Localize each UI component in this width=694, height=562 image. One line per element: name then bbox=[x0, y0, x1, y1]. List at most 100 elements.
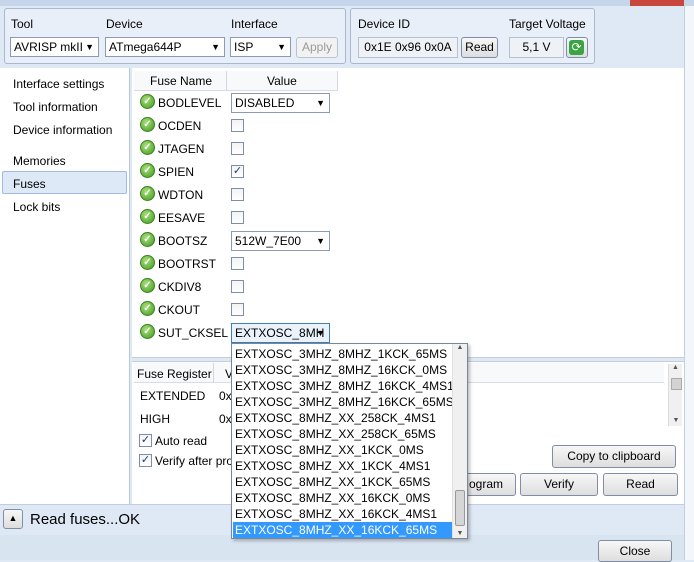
refresh-icon: ⟳ bbox=[569, 40, 584, 55]
scroll-thumb[interactable] bbox=[671, 378, 682, 390]
register-name-extended: EXTENDED bbox=[140, 389, 206, 403]
device-id-field: 0x1E 0x96 0x0A bbox=[358, 37, 458, 58]
fuse-value-select-sut_cksel[interactable]: EXTXOSC_8MH ▼ bbox=[231, 323, 330, 343]
verify-button[interactable]: Verify bbox=[520, 473, 598, 496]
fuse-checkbox-ckout[interactable] bbox=[231, 303, 244, 316]
register-scrollbar[interactable]: ▲ ▼ bbox=[668, 364, 682, 426]
sidebar-item-lock-bits[interactable]: Lock bits bbox=[13, 200, 60, 214]
read-button[interactable]: Read bbox=[603, 473, 678, 496]
fuse-checkbox-bootrst[interactable] bbox=[231, 257, 244, 270]
read-id-button[interactable]: Read bbox=[461, 37, 498, 58]
sidebar-item-memories[interactable]: Memories bbox=[13, 154, 66, 168]
dropdown-option[interactable]: EXTXOSC_8MHZ_XX_258CK_4MS1 bbox=[235, 410, 454, 426]
auto-read-checkbox[interactable]: ✓ bbox=[139, 434, 152, 447]
close-button[interactable]: Close bbox=[598, 540, 672, 562]
fuse-name-bodlevel: BODLEVEL bbox=[158, 96, 222, 110]
fuse-name-bootrst: BOOTRST bbox=[158, 257, 217, 271]
fuse-name-sut_cksel: SUT_CKSEL bbox=[158, 326, 229, 340]
fuse-name-header[interactable]: Fuse Name bbox=[150, 74, 212, 88]
fuse-value-select-bodlevel[interactable]: DISABLED ▼ bbox=[231, 93, 330, 113]
checkmark-icon: ✓ bbox=[140, 454, 151, 466]
chevron-up-icon: ▲ bbox=[8, 513, 18, 523]
window-close-strip[interactable] bbox=[630, 0, 684, 6]
scroll-up-icon[interactable]: ▲ bbox=[453, 344, 467, 356]
valid-check-icon: ✓ bbox=[140, 209, 155, 224]
right-edge bbox=[684, 6, 694, 560]
dropdown-option[interactable]: EXTXOSC_3MHZ_8MHZ_16KCK_65MS bbox=[235, 394, 454, 410]
chevron-down-icon: ▼ bbox=[85, 42, 94, 52]
scroll-down-icon[interactable]: ▼ bbox=[669, 417, 683, 424]
fuse-value-select-bootsz[interactable]: 512W_7E00 ▼ bbox=[231, 231, 330, 251]
interface-label: Interface bbox=[231, 17, 278, 31]
refresh-voltage-button[interactable]: ⟳ bbox=[566, 37, 588, 58]
verify-label: Verify after pro bbox=[155, 454, 234, 468]
dropdown-option[interactable]: EXTXOSC_3MHZ_8MHZ_16KCK_4MS1 bbox=[235, 378, 454, 394]
device-select-value: ATmega644P bbox=[109, 40, 182, 54]
chevron-down-icon: ▼ bbox=[316, 328, 325, 338]
dropdown-option[interactable]: EXTXOSC_8MHZ_XX_16KCK_4MS1 bbox=[235, 506, 454, 522]
scroll-down-icon[interactable]: ▼ bbox=[453, 530, 467, 537]
valid-check-icon: ✓ bbox=[140, 301, 155, 316]
fuse-name-wdton: WDTON bbox=[158, 188, 204, 202]
fuse-checkbox-ocden[interactable] bbox=[231, 119, 244, 132]
dropdown-option[interactable]: EXTXOSC_8MHZ_XX_16KCK_65MS bbox=[233, 522, 454, 538]
copy-to-clipboard-button[interactable]: Copy to clipboard bbox=[552, 445, 676, 468]
sidebar-item-interface-settings[interactable]: Interface settings bbox=[13, 77, 104, 91]
fuse-checkbox-ckdiv8[interactable] bbox=[231, 280, 244, 293]
register-value-high: 0x bbox=[219, 412, 232, 426]
tool-label: Tool bbox=[11, 17, 34, 31]
expand-log-button[interactable]: ▲ bbox=[3, 509, 23, 529]
dropdown-option[interactable]: EXTXOSC_3MHZ_8MHZ_16KCK_0MS bbox=[235, 362, 454, 378]
valid-check-icon: ✓ bbox=[140, 186, 155, 201]
dropdown-option[interactable]: EXTXOSC_8MHZ_XX_16KCK_0MS bbox=[235, 490, 454, 506]
fuse-name-jtagen: JTAGEN bbox=[158, 142, 205, 156]
sut-cksel-dropdown-list: EXTXOSC_3MHZ_8MHZ_1KCK_65MS EXTXOSC_3MHZ_… bbox=[231, 343, 468, 539]
sidebar: Interface settings Tool information Devi… bbox=[0, 68, 130, 504]
fuse-register-header[interactable]: Fuse Register bbox=[137, 367, 212, 381]
chevron-down-icon: ▼ bbox=[316, 98, 325, 108]
target-voltage-label: Target Voltage bbox=[509, 17, 586, 31]
dropdown-option[interactable]: EXTXOSC_8MHZ_XX_1KCK_0MS bbox=[235, 442, 454, 458]
header-divider bbox=[226, 71, 227, 91]
header-divider bbox=[213, 363, 214, 383]
register-value-extended: 0x bbox=[219, 389, 232, 403]
apply-button[interactable]: Apply bbox=[296, 37, 338, 58]
value-header[interactable]: Value bbox=[267, 74, 297, 88]
dropdown-option[interactable]: EXTXOSC_8MHZ_XX_1KCK_65MS bbox=[235, 474, 454, 490]
dropdown-option[interactable]: EXTXOSC_8MHZ_XX_1KCK_4MS1 bbox=[235, 458, 454, 474]
valid-check-icon: ✓ bbox=[140, 278, 155, 293]
dropdown-option[interactable]: EXTXOSC_3MHZ_8MHZ_1KCK_65MS bbox=[235, 346, 454, 362]
checkmark-icon: ✓ bbox=[140, 434, 151, 446]
fuse-name-ckout: CKOUT bbox=[158, 303, 200, 317]
fuse-name-ocden: OCDEN bbox=[158, 119, 202, 133]
scroll-thumb[interactable] bbox=[455, 490, 465, 526]
fuse-checkbox-wdton[interactable] bbox=[231, 188, 244, 201]
fuse-name-spien: SPIEN bbox=[158, 165, 195, 179]
valid-check-icon: ✓ bbox=[140, 232, 155, 247]
tool-select[interactable]: AVRISP mkII ▼ bbox=[10, 37, 99, 57]
fuse-checkbox-spien[interactable]: ✓ bbox=[231, 165, 244, 178]
valid-check-icon: ✓ bbox=[140, 140, 155, 155]
device-select[interactable]: ATmega644P ▼ bbox=[105, 37, 225, 57]
auto-read-label: Auto read bbox=[155, 434, 208, 448]
fuse-checkbox-eesave[interactable] bbox=[231, 211, 244, 224]
device-label: Device bbox=[106, 17, 143, 31]
chevron-down-icon: ▼ bbox=[211, 42, 220, 52]
dropdown-scrollbar[interactable]: ▲ ▼ bbox=[452, 344, 467, 538]
scroll-up-icon[interactable]: ▲ bbox=[669, 364, 682, 371]
header-divider bbox=[337, 71, 338, 91]
dropdown-option[interactable]: EXTXOSC_8MHZ_XX_258CK_65MS bbox=[235, 426, 454, 442]
chevron-down-icon: ▼ bbox=[277, 42, 286, 52]
interface-select-value: ISP bbox=[234, 40, 254, 54]
fuse-name-eesave: EESAVE bbox=[158, 211, 206, 225]
fuse-value-text: 512W_7E00 bbox=[235, 234, 302, 248]
verify-checkbox[interactable]: ✓ bbox=[139, 454, 152, 467]
sidebar-item-tool-information[interactable]: Tool information bbox=[13, 100, 98, 114]
interface-select[interactable]: ISP ▼ bbox=[230, 37, 291, 57]
valid-check-icon: ✓ bbox=[140, 324, 155, 339]
chevron-down-icon: ▼ bbox=[316, 236, 325, 246]
sidebar-item-device-information[interactable]: Device information bbox=[13, 123, 112, 137]
sidebar-item-fuses[interactable]: Fuses bbox=[13, 177, 46, 191]
valid-check-icon: ✓ bbox=[140, 117, 155, 132]
fuse-checkbox-jtagen[interactable] bbox=[231, 142, 244, 155]
